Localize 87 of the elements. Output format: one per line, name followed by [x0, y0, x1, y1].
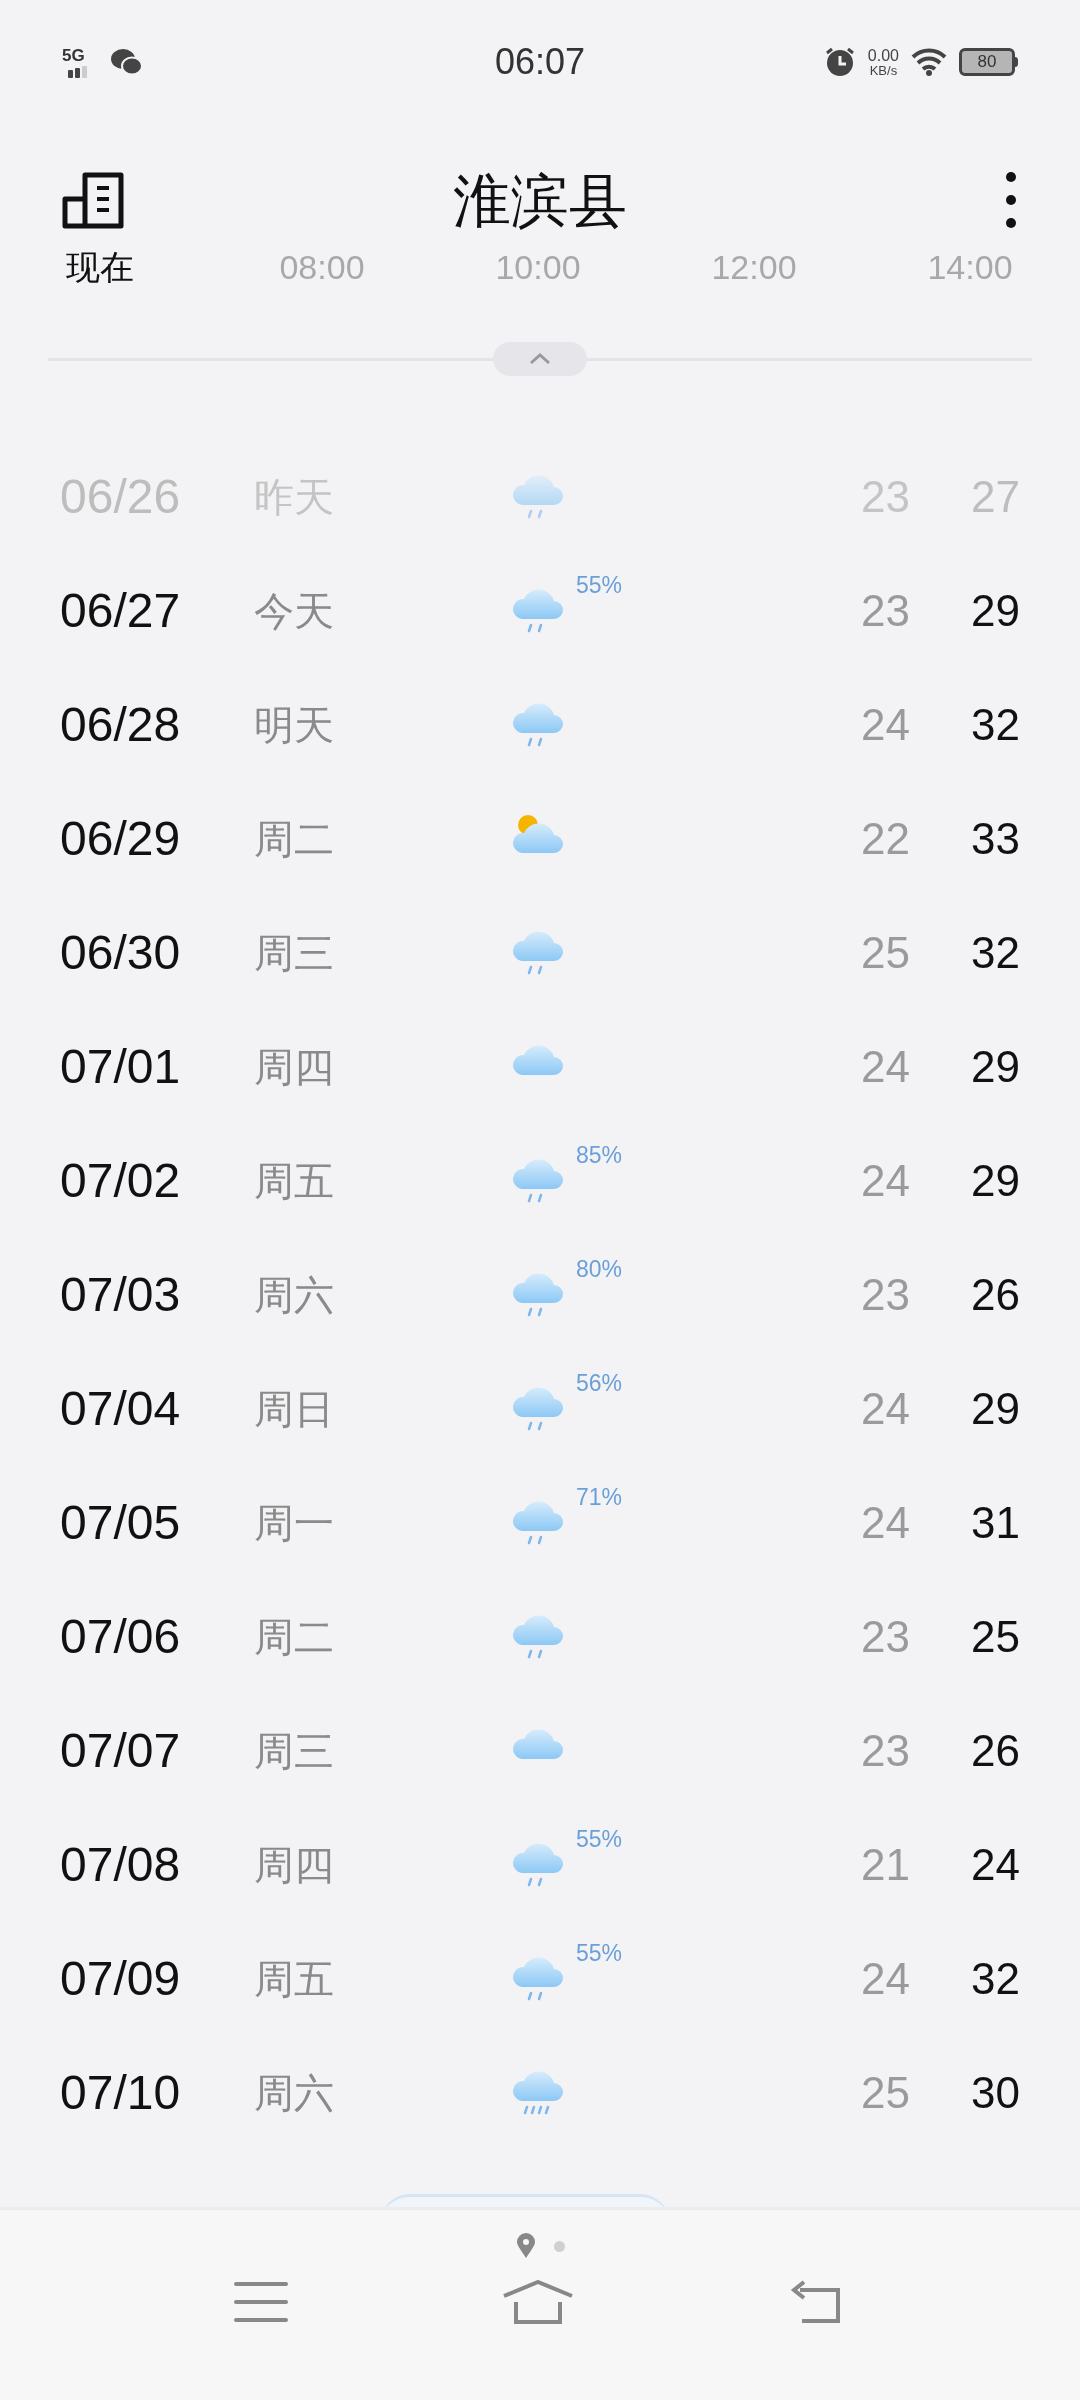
- collapse-handle[interactable]: [493, 342, 587, 376]
- high-temperature: 30: [971, 2067, 1020, 2119]
- weekday-label: 周三: [254, 930, 334, 976]
- low-temperature: 23: [861, 1725, 910, 1777]
- high-temperature: 24: [971, 1839, 1020, 1891]
- high-temperature: 26: [971, 1269, 1020, 1321]
- weekday-label: 周日: [254, 1386, 334, 1432]
- date-label: 07/03: [60, 1268, 181, 1322]
- home-icon[interactable]: [502, 2280, 574, 2324]
- back-icon[interactable]: [790, 2280, 842, 2324]
- date-label: 07/08: [60, 1838, 181, 1892]
- date-label: 07/10: [60, 2066, 181, 2120]
- high-temperature: 32: [971, 699, 1020, 751]
- low-temperature: 24: [861, 1383, 910, 1435]
- low-temperature: 24: [861, 1497, 910, 1549]
- clock-time: 06:07: [493, 40, 587, 84]
- battery-indicator: 80: [959, 48, 1018, 76]
- precipitation-chance: 71%: [576, 1484, 623, 1510]
- weekday-label: 明天: [254, 702, 334, 748]
- high-temperature: 27: [971, 471, 1020, 523]
- low-temperature: 22: [861, 813, 910, 865]
- low-temperature: 24: [861, 1953, 910, 2005]
- precipitation-chance: 55%: [576, 572, 623, 598]
- precipitation-chance: 80%: [576, 1256, 623, 1282]
- weekday-label: 周四: [254, 1842, 334, 1888]
- date-label: 06/28: [60, 698, 181, 752]
- low-temperature: 25: [861, 2067, 910, 2119]
- low-temperature: 21: [861, 1839, 910, 1891]
- hour-label: 08:00: [278, 247, 366, 288]
- location-pin-icon: [515, 2233, 536, 2259]
- high-temperature: 29: [971, 1155, 1020, 1207]
- now-label: 现在: [66, 247, 134, 288]
- high-temperature: 29: [971, 1383, 1020, 1435]
- high-temperature: 29: [971, 585, 1020, 637]
- low-temperature: 24: [861, 1155, 910, 1207]
- weekday-label: 周五: [254, 1158, 334, 1204]
- date-label: 07/04: [60, 1382, 181, 1436]
- precipitation-chance: 85%: [576, 1142, 623, 1168]
- precipitation-chance: 56%: [576, 1370, 623, 1396]
- low-temperature: 24: [861, 699, 910, 751]
- hour-label: 10:00: [494, 247, 582, 288]
- weekday-label: 周六: [254, 2070, 334, 2116]
- date-label: 07/06: [60, 1610, 181, 1664]
- speed-unit: KB/s: [869, 63, 898, 77]
- wifi-icon: [911, 48, 947, 76]
- date-label: 06/27: [60, 584, 181, 638]
- high-temperature: 29: [971, 1041, 1020, 1093]
- weekday-label: 今天: [254, 588, 334, 634]
- low-temperature: 25: [861, 927, 910, 979]
- high-temperature: 32: [971, 927, 1020, 979]
- alarm-icon: [823, 46, 856, 78]
- menu-icon[interactable]: [234, 2282, 288, 2322]
- buildings-icon: [62, 171, 126, 229]
- chevron-up-icon: [529, 353, 551, 365]
- precipitation-chance: 55%: [576, 1826, 623, 1852]
- network-type: 5G: [62, 46, 85, 64]
- city-title: 淮滨县: [452, 166, 628, 235]
- low-temperature: 23: [861, 1611, 910, 1663]
- high-temperature: 32: [971, 1953, 1020, 2005]
- date-label: 06/29: [60, 812, 181, 866]
- high-temperature: 25: [971, 1611, 1020, 1663]
- precipitation-chance: 55%: [576, 1940, 623, 1966]
- date-label: 06/26: [60, 470, 181, 524]
- more-options-icon[interactable]: [1004, 172, 1018, 228]
- date-label: 07/05: [60, 1496, 181, 1550]
- hour-label: 12:00: [710, 247, 798, 288]
- high-temperature: 26: [971, 1725, 1020, 1777]
- low-temperature: 24: [861, 1041, 910, 1093]
- weekday-label: 周一: [254, 1500, 334, 1546]
- weekday-label: 周六: [254, 1272, 334, 1318]
- weekday-label: 周三: [254, 1728, 334, 1774]
- high-temperature: 31: [971, 1497, 1020, 1549]
- date-label: 06/30: [60, 926, 181, 980]
- hour-label: 14:00: [926, 247, 1014, 288]
- date-label: 07/09: [60, 1952, 181, 2006]
- high-temperature: 33: [971, 813, 1020, 865]
- weekday-label: 周四: [254, 1044, 334, 1090]
- chat-bubbles-icon: [110, 47, 144, 77]
- speed-value: 0.00: [867, 47, 899, 64]
- weekday-label: 周二: [254, 1614, 334, 1660]
- date-label: 07/07: [60, 1724, 181, 1778]
- low-temperature: 23: [861, 585, 910, 637]
- weekday-label: 周二: [254, 816, 334, 862]
- date-label: 07/01: [60, 1040, 181, 1094]
- weekday-label: 周五: [254, 1956, 334, 2002]
- date-label: 07/02: [60, 1154, 181, 1208]
- low-temperature: 23: [861, 1269, 910, 1321]
